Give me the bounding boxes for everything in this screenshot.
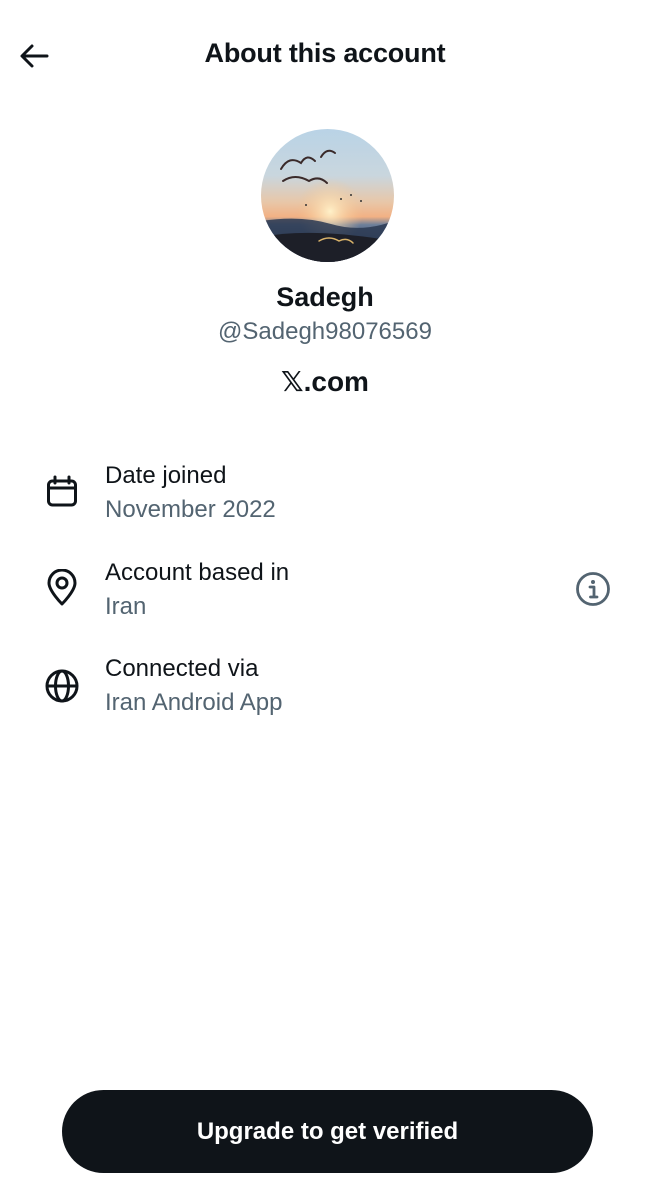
user-handle: @Sadegh98076569 (218, 318, 432, 345)
location-pin-icon (42, 568, 82, 608)
calendar-icon (42, 472, 82, 512)
upgrade-verified-button[interactable]: Upgrade to get verified (62, 1090, 593, 1173)
connected-via-label: Connected via (105, 655, 259, 682)
account-based-in-row: Account based in Iran (0, 557, 650, 637)
top-bar: About this account (0, 0, 650, 110)
date-joined-row: Date joined November 2022 (0, 460, 650, 540)
connected-via-value: Iran Android App (105, 689, 283, 716)
page-title: About this account (204, 38, 446, 68)
account-based-in-label: Account based in (105, 559, 290, 586)
info-icon (576, 572, 610, 606)
platform-label: 𝕏.com (281, 366, 369, 397)
profile-avatar[interactable] (261, 129, 394, 262)
globe-icon (42, 666, 82, 706)
account-based-in-value: Iran (105, 593, 147, 620)
connected-via-row: Connected via Iran Android App (0, 653, 650, 733)
display-name: Sadegh (276, 282, 374, 312)
info-button[interactable] (574, 570, 612, 608)
date-joined-value: November 2022 (105, 496, 276, 523)
date-joined-label: Date joined (105, 462, 227, 489)
avatar-image (261, 129, 394, 262)
